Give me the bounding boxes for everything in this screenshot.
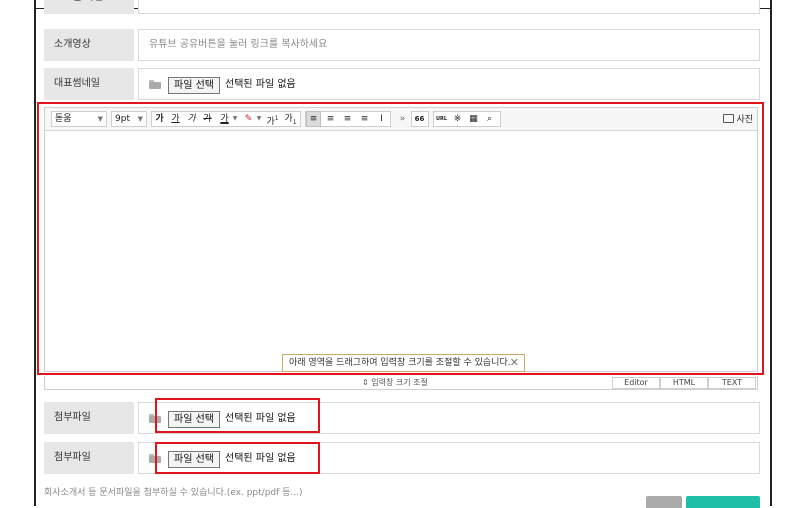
highlight-box-attachment-1 [155,398,320,433]
resize-label[interactable]: ⇕ 입력창 크기 조절 [362,377,428,388]
highlight-box-editor [37,102,764,375]
attachment-help-text: 회사소개서 등 문서파일을 첨부하실 수 있습니다.(ex. ppt/pdf 등… [44,488,303,498]
thumbnail-label: 대표썸네일 [44,68,134,100]
cancel-button[interactable] [646,496,682,508]
frame-left-border [34,0,36,506]
tab-editor[interactable]: Editor [612,377,660,389]
row-attachment-2: 첨부파일 파일 선택 선택된 파일 없음 [44,442,760,474]
attachment-2-label: 첨부파일 [44,442,134,474]
top-field-label: 프로필 사진 [44,0,134,14]
tab-text[interactable]: TEXT [708,377,756,389]
row-top-field: 프로필 사진 [44,0,760,14]
frame-right-border [770,0,772,506]
folder-icon [149,80,161,89]
thumbnail-file-status: 선택된 파일 없음 [225,79,296,90]
row-intro-video: 소개영상 유튜브 공유버튼을 눌러 링크를 복사하세요 [44,29,760,61]
submit-button[interactable] [686,496,760,508]
intro-video-label: 소개영상 [44,29,134,61]
row-thumbnail: 대표썸네일 파일 선택 선택된 파일 없음 [44,68,760,100]
attachment-1-label: 첨부파일 [44,402,134,434]
tab-html[interactable]: HTML [660,377,708,389]
resize-label-text: 입력창 크기 조절 [371,378,428,387]
thumbnail-field: 파일 선택 선택된 파일 없음 [138,68,760,100]
thumbnail-file-button[interactable]: 파일 선택 [168,77,220,94]
resize-arrows-icon: ⇕ [362,378,369,387]
intro-video-input[interactable]: 유튜브 공유버튼을 눌러 링크를 복사하세요 [138,29,760,61]
top-field-input[interactable] [138,0,760,14]
highlight-box-attachment-2 [155,442,320,474]
row-attachment-1: 첨부파일 파일 선택 선택된 파일 없음 [44,402,760,434]
